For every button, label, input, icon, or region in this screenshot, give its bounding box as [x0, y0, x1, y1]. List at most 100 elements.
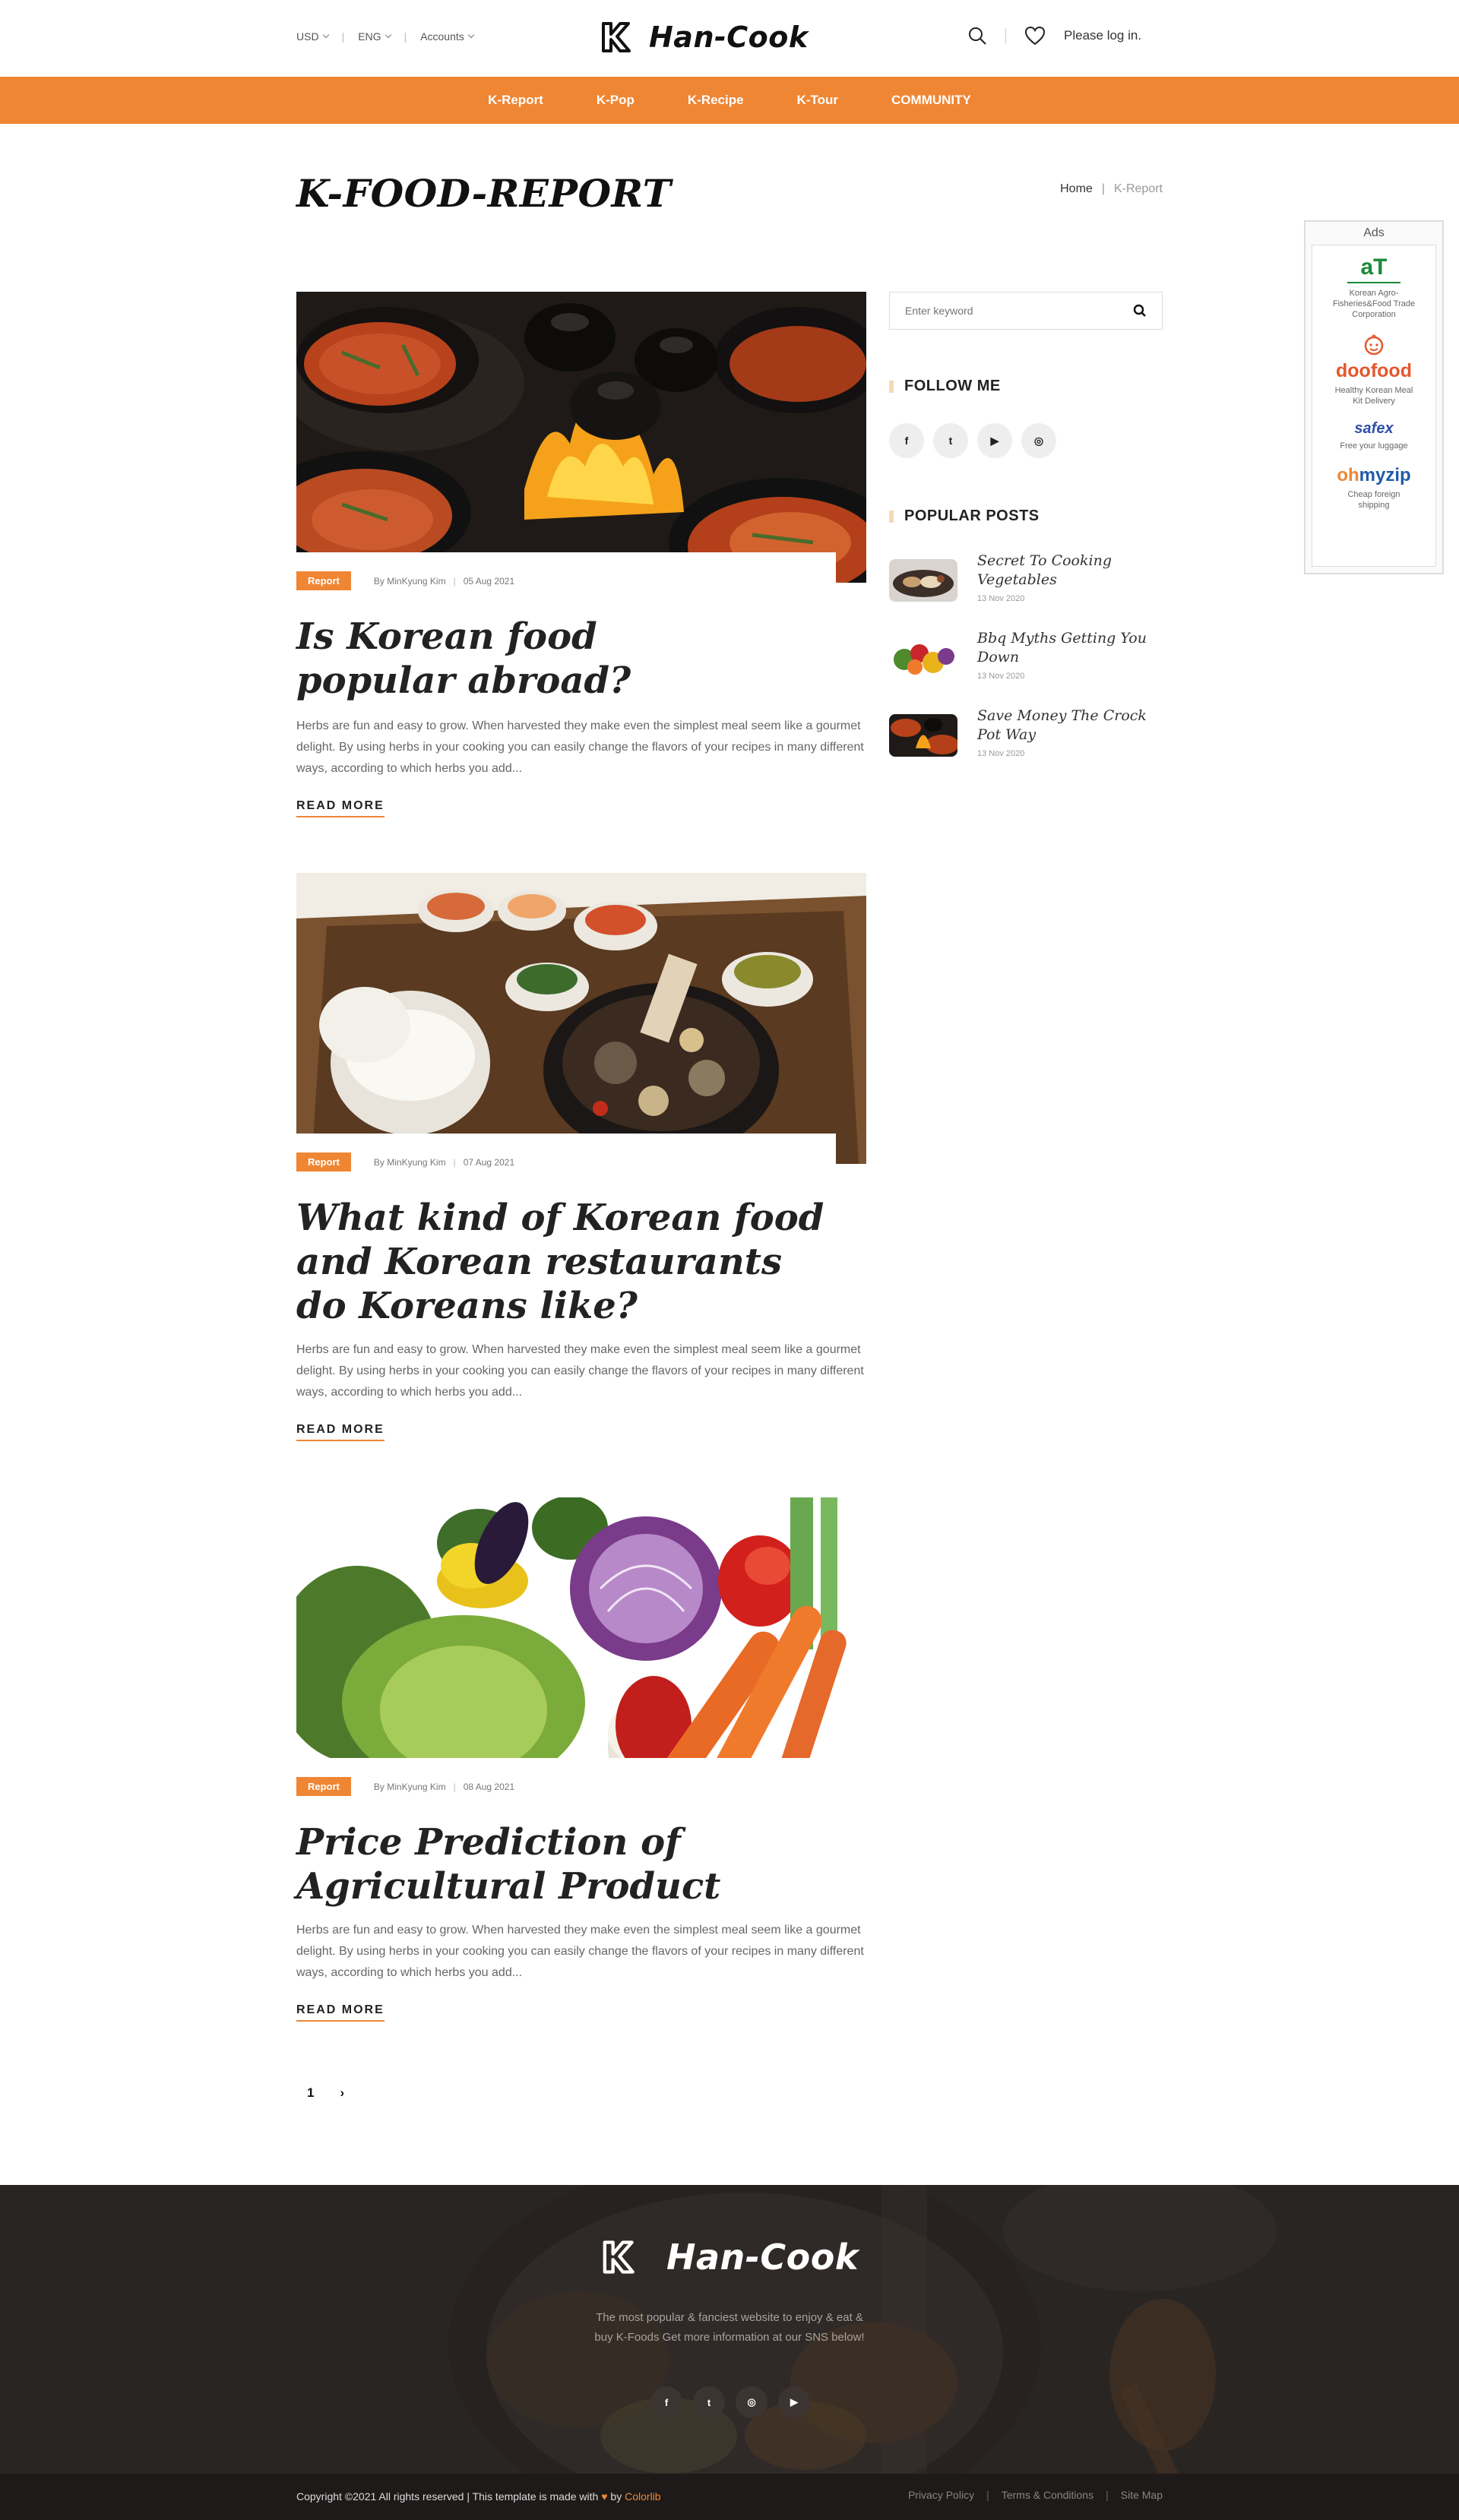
category-badge[interactable]: Report: [296, 1777, 351, 1796]
nav-item-k-pop[interactable]: K-Pop: [597, 93, 635, 108]
facebook-icon[interactable]: f: [650, 2386, 682, 2418]
search-icon[interactable]: [967, 26, 987, 46]
page-number-current[interactable]: 1: [307, 2085, 314, 2101]
ad-logo-part: myzip: [1359, 465, 1411, 485]
article-card: Report By MinKyung Kim | 07 Aug 2021 Wha…: [296, 873, 866, 1450]
article-card: Report By MinKyung Kim | 05 Aug 2021 Is …: [296, 292, 866, 824]
divider: |: [404, 30, 407, 43]
site-map-link[interactable]: Site Map: [1121, 2489, 1163, 2501]
social-links: f t ▶ ◎: [889, 423, 1056, 458]
divider: |: [453, 575, 456, 587]
currency-select[interactable]: USD: [296, 30, 329, 43]
post-title[interactable]: Save Money The Crock Pot Way: [977, 707, 1163, 745]
instagram-icon[interactable]: ◎: [1021, 423, 1056, 458]
ad-description: Korean Agro-Fisheries&Food Trade Corpora…: [1332, 289, 1416, 319]
ad-ohmyzip[interactable]: ohmyzip Cheap foreign shipping: [1312, 465, 1435, 511]
category-badge[interactable]: Report: [296, 571, 351, 590]
header-selectors: USD | ENG | Accounts: [296, 30, 475, 43]
chevron-down-icon: [385, 31, 391, 39]
post-title[interactable]: Secret To Cooking Vegetables: [977, 552, 1163, 590]
popular-post[interactable]: Secret To Cooking Vegetables 13 Nov 2020: [889, 552, 1163, 603]
divider: |: [341, 30, 345, 43]
nav-item-k-recipe[interactable]: K-Recipe: [688, 93, 744, 108]
post-body: Secret To Cooking Vegetables 13 Nov 2020: [977, 552, 1163, 603]
ad-description: Healthy Korean Meal Kit Delivery: [1334, 386, 1413, 406]
breadcrumb: Home | K-Report: [1060, 182, 1163, 196]
post-date: 13 Nov 2020: [977, 749, 1025, 758]
popular-post[interactable]: Bbq Myths Getting You Down 13 Nov 2020: [889, 629, 1163, 681]
language-value: ENG: [358, 30, 381, 43]
ad-logo: safex: [1354, 420, 1394, 437]
ad-description: Cheap foreign shipping: [1347, 490, 1400, 510]
article-title[interactable]: Is Korean food popular abroad?: [296, 615, 676, 703]
instagram-icon[interactable]: ◎: [736, 2386, 767, 2418]
site-logo[interactable]: Han-Cook: [596, 19, 809, 55]
article-image[interactable]: [296, 292, 866, 583]
privacy-policy-link[interactable]: Privacy Policy: [908, 2489, 974, 2501]
post-body: Bbq Myths Getting You Down 13 Nov 2020: [977, 629, 1163, 681]
post-date: 13 Nov 2020: [977, 672, 1025, 681]
article-title[interactable]: What kind of Korean food and Korean rest…: [296, 1196, 843, 1328]
heart-icon[interactable]: [1024, 26, 1046, 46]
login-link[interactable]: Please log in.: [1064, 28, 1141, 43]
logo-mark-icon: [603, 2240, 635, 2274]
ad-logo: doofood: [1336, 360, 1412, 381]
article-date: 05 Aug 2021: [463, 575, 515, 587]
read-more-link[interactable]: READ MORE: [296, 799, 385, 817]
search-icon[interactable]: [1133, 304, 1147, 318]
follow-title: FOLLOW ME: [904, 378, 1001, 394]
read-more-link[interactable]: READ MORE: [296, 1423, 385, 1441]
popular-heading: POPULAR POSTS: [889, 507, 1040, 525]
popular-post[interactable]: Save Money The Crock Pot Way 13 Nov 2020: [889, 707, 1163, 758]
terms-link[interactable]: Terms & Conditions: [1002, 2489, 1093, 2501]
category-badge[interactable]: Report: [296, 1152, 351, 1171]
logo-mark-icon: [602, 22, 631, 52]
youtube-icon[interactable]: ▶: [778, 2386, 810, 2418]
youtube-icon[interactable]: ▶: [977, 423, 1012, 458]
article-author: By MinKyung Kim: [373, 575, 446, 587]
nav-item-community[interactable]: COMMUNITY: [891, 93, 971, 108]
brand-name: Han-Cook: [649, 21, 809, 54]
accounts-menu[interactable]: Accounts: [420, 30, 475, 43]
article-image[interactable]: [296, 873, 866, 1164]
article-excerpt: Herbs are fun and easy to grow. When har…: [296, 1924, 864, 1979]
footer-social-links: f t ◎ ▶: [650, 2386, 810, 2418]
article-image[interactable]: [296, 1497, 866, 1788]
twitter-icon[interactable]: t: [933, 423, 968, 458]
nav-item-k-report[interactable]: K-Report: [488, 93, 543, 108]
heading-accent: [889, 510, 894, 523]
ad-safex[interactable]: safex Free your luggage: [1312, 420, 1435, 451]
post-title[interactable]: Bbq Myths Getting You Down: [977, 629, 1163, 667]
twitter-icon[interactable]: t: [693, 2386, 725, 2418]
ad-logo-underline: [1347, 282, 1400, 283]
chevron-right-icon[interactable]: ›: [340, 2085, 344, 2101]
site-footer: Han-Cook The most popular & fanciest web…: [0, 2185, 1459, 2474]
follow-heading: FOLLOW ME: [889, 378, 1001, 395]
divider: |: [1106, 2489, 1109, 2501]
search-box: [889, 292, 1163, 330]
ad-at[interactable]: aT Korean Agro-Fisheries&Food Trade Corp…: [1312, 255, 1435, 320]
breadcrumb-current: K-Report: [1113, 182, 1163, 195]
copyright: Copyright ©2021 All rights reserved | Th…: [296, 2490, 661, 2503]
breadcrumb-home[interactable]: Home: [1060, 182, 1093, 196]
credit-link[interactable]: Colorlib: [625, 2490, 660, 2503]
popular-title: POPULAR POSTS: [904, 507, 1040, 524]
heart-icon: ♥: [601, 2490, 608, 2503]
facebook-icon[interactable]: f: [889, 423, 924, 458]
search-input[interactable]: [905, 305, 1133, 317]
top-header: USD | ENG | Accounts Han-Cook Please log…: [0, 0, 1459, 77]
footer-brand: Han-Cook: [666, 2237, 859, 2278]
ad-doofood[interactable]: doofood Healthy Korean Meal Kit Delivery: [1312, 334, 1435, 406]
article-title[interactable]: Price Prediction of Agricultural Product: [296, 1820, 843, 1908]
post-thumbnail: [889, 714, 957, 757]
footer-logo[interactable]: Han-Cook: [597, 2237, 859, 2278]
article-meta: Report By MinKyung Kim | 07 Aug 2021: [296, 1152, 514, 1171]
breadcrumb-separator: |: [1101, 182, 1105, 195]
chevron-down-icon: [322, 31, 329, 39]
accounts-label: Accounts: [420, 30, 464, 43]
language-select[interactable]: ENG: [358, 30, 391, 43]
divider: |: [453, 1781, 456, 1792]
article-meta: Report By MinKyung Kim | 05 Aug 2021: [296, 571, 514, 590]
nav-item-k-tour[interactable]: K-Tour: [797, 93, 838, 108]
read-more-link[interactable]: READ MORE: [296, 2003, 385, 2022]
